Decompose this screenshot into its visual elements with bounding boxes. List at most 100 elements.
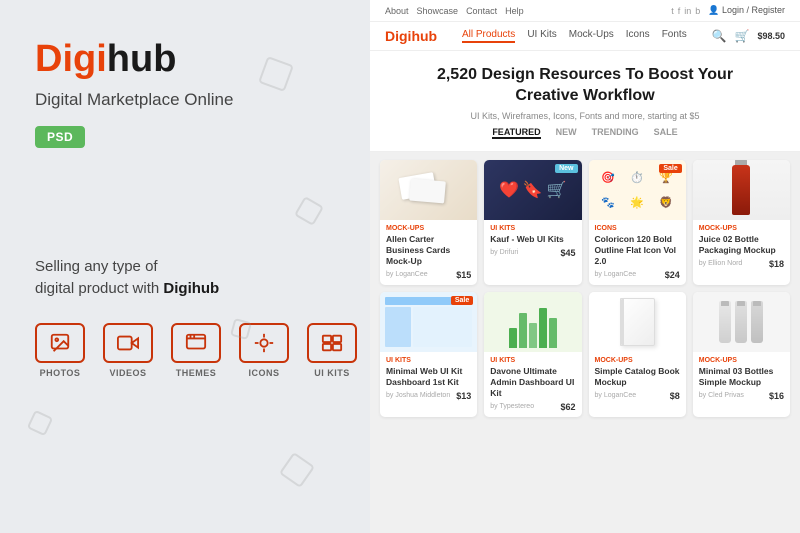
product-name: Juice 02 Bottle Packaging Mockup [699, 234, 784, 256]
nav-mockups[interactable]: Mock-Ups [569, 29, 614, 43]
linkedin-icon: in [684, 6, 691, 16]
product-footer: by LoganCee $15 [386, 270, 471, 280]
badge-sale: Sale [451, 296, 473, 305]
search-icon[interactable]: 🔍 [712, 29, 727, 43]
product-thumb [380, 160, 477, 220]
photos-icon-box [35, 323, 85, 363]
videos-label: VIDEOS [109, 368, 146, 378]
cart-icon[interactable]: 🛒 [735, 29, 750, 43]
social-icons: t f in b [671, 6, 700, 16]
facebook-icon: f [678, 6, 681, 16]
top-bar: About Showcase Contact Help t f in b 👤 L… [370, 0, 800, 22]
product-name: Simple Catalog Book Mockup [595, 366, 680, 388]
product-price: $24 [665, 270, 680, 280]
product-footer: by Ellion Nord $18 [699, 259, 784, 269]
photos-label: PHOTOS [40, 368, 81, 378]
icons-label: ICONS [248, 368, 279, 378]
product-thumb: 🎯⏱️🏆 🐾🌟🦁 Sale [589, 160, 686, 220]
tab-new[interactable]: NEW [556, 127, 577, 139]
products-area: MOCK-UPS Allen Carter Business Cards Moc… [370, 152, 800, 533]
photos-icon-item[interactable]: PHOTOS [35, 323, 85, 378]
top-bar-right: t f in b 👤 Login / Register [671, 5, 785, 16]
product-footer: by Joshua Middleton $13 [386, 391, 471, 401]
badge-new: New [555, 164, 577, 173]
product-author: by Typestereo [490, 403, 534, 410]
product-category: MOCK-UPS [699, 357, 784, 364]
product-thumb: ❤️ 🔖 🛒 New [484, 160, 581, 220]
nav-right: 🔍 🛒 $98.50 [712, 29, 785, 43]
product-thumb [693, 160, 790, 220]
product-category: UI KITS [490, 357, 575, 364]
logo-area: Digihub Digital Marketplace Online PSD [35, 40, 335, 148]
contact-link[interactable]: Contact [466, 6, 497, 16]
product-card[interactable]: ❤️ 🔖 🛒 New UI KITS Kauf - Web UI Kits by… [484, 160, 581, 285]
product-price: $13 [456, 391, 471, 401]
hero-subtitle: UI Kits, Wireframes, Icons, Fonts and mo… [385, 111, 785, 121]
badge-sale: Sale [659, 164, 681, 173]
themes-icon-item[interactable]: THEMES [171, 323, 221, 378]
product-thumb [693, 292, 790, 352]
login-register-link[interactable]: 👤 Login / Register [708, 5, 785, 16]
product-author: by Joshua Middleton [386, 392, 450, 399]
product-footer: by Typestereo $62 [490, 402, 575, 412]
category-icons-row: PHOTOS VIDEOS THEMES [35, 323, 335, 378]
product-category: ICONS [595, 225, 680, 232]
left-panel: Digihub Digital Marketplace Online PSD S… [0, 0, 370, 533]
deco-shape-5 [279, 452, 315, 488]
nav-fonts[interactable]: Fonts [662, 29, 687, 43]
tab-trending[interactable]: TRENDING [592, 127, 639, 139]
videos-icon-item[interactable]: VIDEOS [103, 323, 153, 378]
product-author: by LoganCee [386, 271, 428, 278]
selling-text: Selling any type of digital product with… [35, 256, 335, 301]
product-category: UI KITS [386, 357, 471, 364]
product-category: MOCK-UPS [595, 357, 680, 364]
product-footer: by Cled Privas $16 [699, 391, 784, 401]
about-link[interactable]: About [385, 6, 409, 16]
logo-suffix: hub [107, 38, 177, 80]
uikits-icon-item[interactable]: UI KITS [307, 323, 357, 378]
products-grid: MOCK-UPS Allen Carter Business Cards Moc… [380, 160, 790, 417]
hero-section: 2,520 Design Resources To Boost Your Cre… [370, 51, 800, 152]
themes-icon-box [171, 323, 221, 363]
product-card[interactable]: MOCK-UPS Juice 02 Bottle Packaging Mocku… [693, 160, 790, 285]
product-info: MOCK-UPS Minimal 03 Bottles Simple Mocku… [693, 352, 790, 406]
help-link[interactable]: Help [505, 6, 524, 16]
product-info: MOCK-UPS Allen Carter Business Cards Moc… [380, 220, 477, 285]
nav-logo-prefix: Digi [385, 28, 411, 44]
nav-logo-suffix: hub [411, 28, 437, 44]
product-card[interactable]: UI KITS Davone Ultimate Admin Dashboard … [484, 292, 581, 417]
product-author: by LoganCee [595, 271, 637, 278]
tab-featured[interactable]: FEATURED [492, 127, 540, 139]
nav-logo: Digihub [385, 28, 437, 44]
product-thumb [484, 292, 581, 352]
cart-price: $98.50 [757, 31, 785, 41]
deco-shape-4 [27, 410, 54, 437]
product-footer: by LoganCee $8 [595, 391, 680, 401]
showcase-link[interactable]: Showcase [417, 6, 459, 16]
product-card[interactable]: MOCK-UPS Minimal 03 Bottles Simple Mocku… [693, 292, 790, 417]
tab-sale[interactable]: SALE [654, 127, 678, 139]
product-name: Kauf - Web UI Kits [490, 234, 575, 245]
nav-links: All Products UI Kits Mock-Ups Icons Font… [462, 29, 687, 43]
nav-icons[interactable]: Icons [626, 29, 650, 43]
twitter-icon: t [671, 6, 674, 16]
main-nav: Digihub All Products UI Kits Mock-Ups Ic… [370, 22, 800, 51]
product-info: ICONS Coloricon 120 Bold Outline Flat Ic… [589, 220, 686, 285]
nav-ui-kits[interactable]: UI Kits [527, 29, 556, 43]
product-card[interactable]: MOCK-UPS Allen Carter Business Cards Moc… [380, 160, 477, 285]
product-card[interactable]: 🎯⏱️🏆 🐾🌟🦁 Sale ICONS Coloricon 120 Bold O… [589, 160, 686, 285]
filter-tabs: FEATURED NEW TRENDING SALE [385, 127, 785, 139]
product-card[interactable]: Sale UI KITS Minimal Web UI Kit Dashboar… [380, 292, 477, 417]
videos-icon-box [103, 323, 153, 363]
behance-icon: b [695, 6, 700, 16]
product-name: Minimal Web UI Kit Dashboard 1st Kit [386, 366, 471, 388]
product-info: UI KITS Davone Ultimate Admin Dashboard … [484, 352, 581, 417]
product-info: UI KITS Kauf - Web UI Kits by Drifuri $4… [484, 220, 581, 263]
product-card[interactable]: MOCK-UPS Simple Catalog Book Mockup by L… [589, 292, 686, 417]
product-footer: by Drifuri $45 [490, 248, 575, 258]
product-price: $16 [769, 391, 784, 401]
top-bar-links: About Showcase Contact Help [385, 6, 524, 16]
product-thumb: Sale [380, 292, 477, 352]
product-name: Allen Carter Business Cards Mock-Up [386, 234, 471, 267]
nav-all-products[interactable]: All Products [462, 29, 515, 43]
